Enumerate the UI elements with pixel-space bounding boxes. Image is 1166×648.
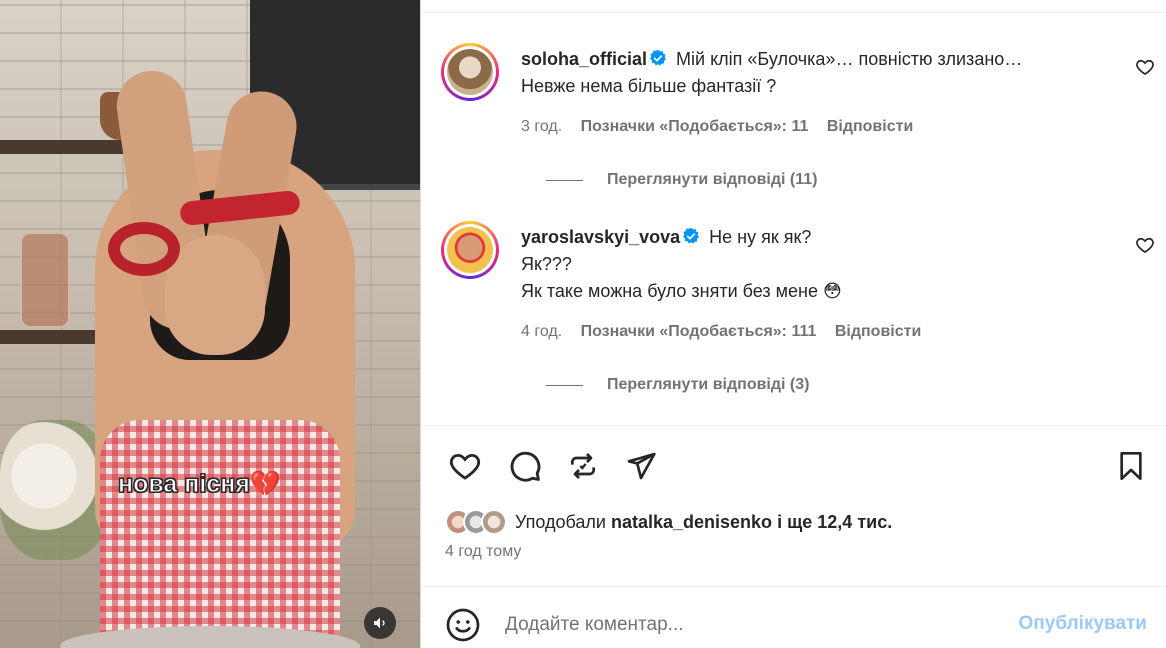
comment-line: Мій кліп «Булочка»… повністю злизано… [676, 49, 1023, 69]
liker-username[interactable]: natalka_denisenko [611, 512, 772, 532]
reply-button[interactable]: Відповісти [835, 323, 921, 340]
post-actions-bar [445, 446, 1145, 486]
comment-time: 4 год. [521, 323, 563, 340]
comment-username[interactable]: yaroslavskyi_vova [521, 227, 680, 247]
comment-line: Не ну як як? [709, 227, 812, 247]
view-replies-button[interactable]: Переглянути відповіді (3) [546, 376, 809, 394]
comment-bubble-icon [510, 451, 541, 482]
comment-meta: 4 год. Позначки «Подобається»: 111 Відпо… [521, 323, 935, 341]
likes-summary: Уподобали natalka_denisenko і ще 12,4 ти… [445, 507, 892, 537]
divider [421, 425, 1166, 426]
avatar-story-ring[interactable] [441, 43, 499, 101]
save-button[interactable] [1111, 446, 1151, 486]
view-replies-label: Переглянути відповіді (3) [607, 376, 810, 393]
gingham-dress [100, 420, 340, 648]
speaker-icon [374, 617, 385, 629]
comment-likes-count[interactable]: Позначки «Подобається»: 11 [581, 118, 809, 135]
video-caption-text: нова пісня [118, 470, 251, 499]
comment-line: Як таке можна було зняти без мене [521, 281, 818, 301]
avatar [447, 49, 493, 95]
mute-button[interactable] [364, 607, 396, 639]
likes-count[interactable]: і ще 12,4 тис. [777, 512, 892, 532]
send-paper-plane-icon [627, 452, 656, 480]
liker-avatar[interactable] [481, 509, 507, 535]
video-caption: нова пісня💔 [118, 470, 282, 499]
avatar-frame [444, 46, 496, 98]
comments-panel: soloha_official Мій кліп «Булочка»… повн… [420, 0, 1166, 648]
replies-dash [546, 179, 583, 181]
flower-bouquet [0, 420, 110, 560]
divider [421, 12, 1166, 13]
emoji-icon[interactable] [445, 607, 481, 643]
comment-input[interactable] [505, 605, 985, 645]
comment-meta: 3 год. Позначки «Подобається»: 11 Відпов… [521, 118, 927, 136]
avatar [447, 227, 493, 273]
avatar-frame [444, 224, 496, 276]
view-replies-button[interactable]: Переглянути відповіді (11) [546, 171, 817, 189]
red-bracelet [108, 222, 180, 276]
comment-button[interactable] [505, 446, 545, 486]
likes-text: Уподобали natalka_denisenko і ще 12,4 ти… [515, 512, 892, 533]
comment-line: Невже нема більше фантазії ? [521, 76, 777, 96]
add-comment-bar: Опублікувати [421, 586, 1166, 648]
comment-line: Як??? [521, 254, 572, 274]
like-button[interactable] [445, 446, 485, 486]
heart-icon [449, 453, 481, 480]
avatar-story-ring[interactable] [441, 221, 499, 279]
bookmark-icon [1120, 452, 1142, 480]
comment-like-heart-icon[interactable] [1135, 235, 1155, 255]
comment-time: 3 год. [521, 118, 563, 135]
post-timestamp[interactable]: 4 год тому [445, 543, 521, 561]
repost-icon [571, 453, 595, 479]
comment-text: yaroslavskyi_vova Не ну як як? Як??? Як … [521, 224, 1111, 305]
broken-heart-emoji: 💔 [249, 470, 282, 498]
comment-likes-count[interactable]: Позначки «Подобається»: 111 [581, 323, 817, 340]
flushed-face-emoji: 😳 [823, 281, 842, 301]
publish-button[interactable]: Опублікувати [1019, 613, 1148, 635]
replies-dash [546, 384, 583, 386]
share-button[interactable] [621, 446, 661, 486]
verified-badge-icon [650, 49, 666, 66]
glass-jar [20, 232, 70, 328]
view-replies-label: Переглянути відповіді (11) [607, 171, 818, 188]
repost-button[interactable] [563, 446, 603, 486]
comment-username[interactable]: soloha_official [521, 49, 647, 69]
comment-text: soloha_official Мій кліп «Булочка»… повн… [521, 46, 1111, 100]
post-media[interactable]: нова пісня💔 [0, 0, 420, 648]
verified-badge-icon [683, 227, 700, 244]
comment-item: yaroslavskyi_vova Не ну як як? Як??? Як … [441, 221, 1154, 401]
reply-button[interactable]: Відповісти [827, 118, 913, 135]
comment-like-heart-icon[interactable] [1135, 57, 1155, 77]
comment-item: soloha_official Мій кліп «Булочка»… повн… [441, 43, 1154, 203]
person-face [165, 235, 265, 355]
likes-prefix: Уподобали [515, 511, 606, 532]
